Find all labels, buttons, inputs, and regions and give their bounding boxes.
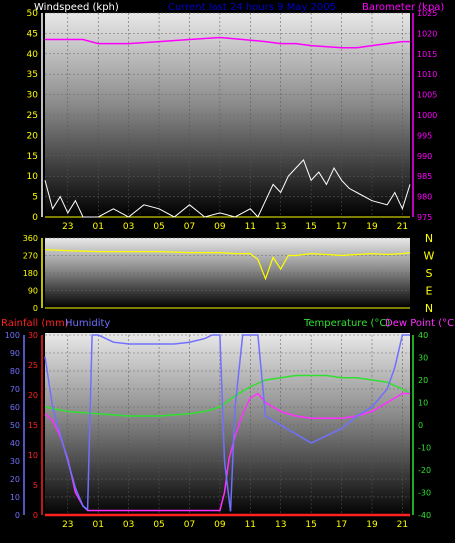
wind-barometer-panel: 0510152025303540455097598098599099510001… (27, 2, 445, 232)
y-tick-label: 360 (23, 234, 38, 243)
y-tick-label: 90 (28, 287, 38, 296)
temperature-axis-title: Temperature (°C) (303, 318, 390, 329)
y-tick-label: 40 (27, 50, 39, 60)
temperature-tick-label: 0 (418, 421, 423, 430)
rainfall-axis-title: Rainfall (mm) (1, 318, 69, 329)
rainfall-tick-label: 5 (33, 481, 38, 490)
wind-direction-panel: 090180270360 NWSEN (23, 232, 435, 315)
x-tick-label: 11 (245, 520, 256, 530)
temperature-tick-label: -30 (418, 489, 431, 498)
y-tick-label: 0 (32, 213, 38, 223)
compass-label: N (425, 302, 433, 315)
windspeed-axis-title: Windspeed (kph) (34, 2, 119, 13)
dewpoint-axis-title: Dew Point (°C) (385, 318, 455, 329)
y-right-tick-label: 1020 (417, 29, 437, 38)
x-tick-label: 07 (184, 520, 195, 530)
compass-label: W (424, 250, 435, 263)
y-tick-label: 20 (27, 131, 39, 141)
humidity-axis-title: Humidity (65, 318, 110, 329)
y-tick-label: 0 (33, 304, 38, 313)
humidity-tick-label: 20 (10, 475, 20, 484)
temperature-tick-label: 30 (418, 354, 428, 363)
humidity-tick-label: 0 (15, 511, 20, 520)
y-right-tick-label: 980 (417, 193, 432, 202)
x-tick-label: 15 (305, 520, 316, 530)
humidity-tick-label: 60 (10, 403, 20, 412)
compass-label: N (425, 232, 433, 245)
temperature-tick-label: -40 (418, 511, 431, 520)
temperature-tick-label: 20 (418, 376, 428, 385)
x-tick-label: 23 (62, 520, 73, 530)
y-tick-label: 180 (23, 269, 38, 278)
x-tick-label: 19 (366, 520, 378, 530)
temperature-tick-label: -10 (418, 444, 431, 453)
x-tick-label: 17 (336, 520, 347, 530)
temperature-tick-label: 40 (418, 331, 428, 340)
x-tick-label: 17 (336, 222, 347, 232)
y-right-tick-label: 1005 (417, 91, 437, 100)
plot-background (45, 238, 410, 308)
humidity-tick-label: 90 (10, 349, 20, 358)
barometer-axis-title: Barometer (kpa) (362, 2, 444, 13)
chart-subtitle: Current last 24 hours 9 May 2005 (168, 2, 336, 13)
x-tick-label: 21 (397, 520, 408, 530)
y-right-tick-label: 1010 (417, 70, 437, 79)
y-right-tick-label: 995 (417, 131, 432, 140)
y-tick-label: 35 (27, 70, 38, 80)
x-tick-label: 19 (366, 222, 378, 232)
rainfall-tick-label: 25 (28, 361, 38, 370)
x-tick-label: 03 (123, 520, 134, 530)
y-right-tick-label: 990 (417, 152, 432, 161)
rainfall-tick-label: 15 (28, 421, 38, 430)
compass-label: E (426, 285, 433, 298)
x-tick-label: 23 (62, 222, 73, 232)
x-tick-label: 01 (93, 222, 104, 232)
humidity-tick-label: 30 (10, 457, 20, 466)
x-tick-label: 05 (153, 222, 164, 232)
humidity-tick-label: 10 (10, 493, 20, 502)
rainfall-tick-label: 10 (28, 451, 38, 460)
temperature-tick-label: -20 (418, 466, 431, 475)
humidity-tick-label: 70 (10, 385, 20, 394)
x-tick-label: 01 (93, 520, 104, 530)
rainfall-tick-label: 20 (28, 391, 38, 400)
x-tick-label: 05 (153, 520, 164, 530)
rainfall-tick-label: 30 (28, 331, 38, 340)
y-tick-label: 45 (27, 29, 38, 39)
y-tick-label: 15 (27, 152, 38, 162)
x-tick-label: 07 (184, 222, 195, 232)
y-tick-label: 30 (27, 91, 39, 101)
x-tick-label: 21 (397, 222, 408, 232)
rainfall-tick-label: 0 (33, 511, 38, 520)
x-tick-label: 13 (275, 520, 286, 530)
y-right-tick-label: 975 (417, 213, 432, 222)
y-right-tick-label: 985 (417, 172, 432, 181)
humidity-tick-label: 100 (5, 331, 20, 340)
y-tick-label: 25 (27, 111, 38, 121)
x-tick-label: 15 (305, 222, 316, 232)
humidity-tick-label: 40 (10, 439, 20, 448)
y-right-tick-label: 1015 (417, 50, 437, 59)
humidity-tick-label: 80 (10, 367, 20, 376)
x-tick-label: 09 (214, 222, 226, 232)
temperature-tick-label: 10 (418, 399, 428, 408)
y-right-tick-label: 1000 (417, 111, 437, 120)
climate-panel: 0102030405060708090100051015202530 403020… (1, 318, 455, 530)
y-tick-label: 5 (32, 193, 38, 203)
y-tick-label: 270 (23, 252, 38, 261)
humidity-tick-label: 50 (10, 421, 20, 430)
x-tick-label: 03 (123, 222, 134, 232)
y-tick-label: 10 (27, 172, 39, 182)
compass-label: S (426, 267, 433, 280)
x-tick-label: 09 (214, 520, 226, 530)
x-tick-label: 13 (275, 222, 286, 232)
weather-chart: 0510152025303540455097598098599099510001… (1, 2, 455, 530)
x-tick-label: 11 (245, 222, 256, 232)
